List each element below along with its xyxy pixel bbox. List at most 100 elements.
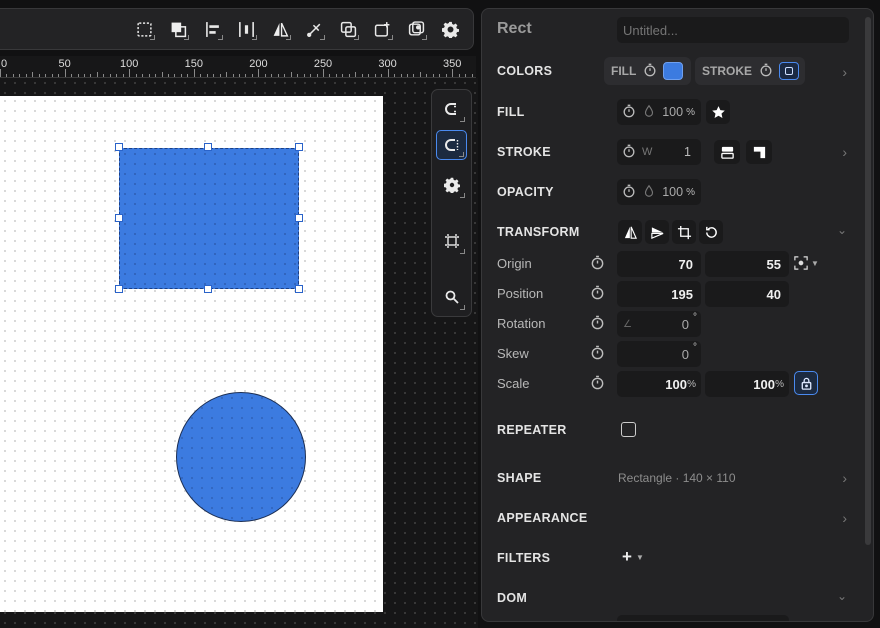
stroke-color-swatch[interactable] [779, 62, 800, 80]
rotation-label: Rotation [497, 316, 546, 331]
resize-handle-tm[interactable] [204, 143, 212, 151]
ruler-tick [394, 74, 396, 77]
arrange-icon[interactable] [161, 13, 195, 45]
stroke-keyframe-timer-icon[interactable] [759, 63, 773, 80]
selected-rectangle[interactable] [119, 148, 299, 289]
ruler-tick [142, 74, 144, 77]
scale-y-unit: % [775, 378, 784, 390]
horizontal-ruler[interactable]: 050100150200250300350400450 [0, 56, 591, 78]
origin-timer-icon[interactable] [590, 255, 605, 275]
dom-input-field[interactable] [617, 615, 789, 621]
stroke-color-chip[interactable]: STROKE [695, 57, 805, 85]
flip-vertical-icon[interactable] [645, 220, 669, 244]
position-y-field[interactable]: 40 [705, 281, 789, 307]
position-timer-icon[interactable] [590, 285, 605, 305]
add-filter-button[interactable]: + ▼ [622, 547, 644, 567]
resize-handle-mr[interactable] [295, 214, 303, 222]
panel-scrollbar[interactable] [865, 17, 871, 545]
resize-handle-tr[interactable] [295, 143, 303, 151]
chevron-down-icon: ▼ [635, 552, 644, 562]
ruler-tick [258, 69, 260, 77]
ruler-tick [64, 69, 66, 77]
reset-transform-icon[interactable] [699, 220, 723, 244]
resize-handle-tl[interactable] [115, 143, 123, 151]
appearance-chevron-right-icon[interactable]: › [842, 510, 847, 526]
opacity-timer-icon[interactable] [622, 184, 636, 201]
section-stroke-label: STROKE [497, 145, 551, 159]
settings-gear-icon[interactable] [433, 13, 467, 45]
image-effects-icon[interactable] [399, 13, 433, 45]
fit-frame-icon[interactable] [436, 226, 467, 256]
opacity-unit: % [686, 186, 695, 198]
section-transform-label: TRANSFORM [497, 225, 580, 239]
shape-chevron-right-icon[interactable]: › [842, 470, 847, 486]
fill-keyframe-timer-icon[interactable] [643, 63, 657, 80]
scale-x-field[interactable]: 100 % [617, 371, 701, 397]
stroke-join-icon[interactable] [746, 140, 772, 164]
ruler-tick [90, 74, 92, 77]
stroke-width-field[interactable]: W 1 [617, 139, 701, 165]
scale-lock-icon[interactable] [794, 371, 818, 395]
skew-timer-icon[interactable] [590, 345, 605, 365]
snap-magnet-icon[interactable] [436, 94, 467, 124]
ruler-tick [180, 74, 182, 77]
stroke-width-value: 1 [684, 145, 691, 159]
circle-shape[interactable] [176, 392, 306, 522]
resize-handle-bl[interactable] [115, 285, 123, 293]
flip-icon[interactable] [263, 13, 297, 45]
ruler-tick [251, 74, 253, 77]
fill-opacity-timer-icon[interactable] [622, 104, 636, 121]
ruler-tick [32, 72, 34, 77]
origin-x-value: 70 [678, 256, 693, 272]
fill-color-swatch[interactable] [663, 62, 684, 80]
position-x-field[interactable]: 195 [617, 281, 701, 307]
panel-title: Rect [497, 20, 532, 37]
view-settings-gear-icon[interactable] [436, 170, 467, 200]
origin-anchor-dropdown[interactable]: ▼ [794, 256, 819, 270]
rotation-timer-icon[interactable] [590, 315, 605, 335]
snap-grid-icon[interactable] [436, 130, 467, 160]
fill-opacity-unit: % [686, 106, 695, 118]
transform-chevron-down-icon[interactable]: ⌄ [837, 223, 847, 237]
canvas-side-toolbar [431, 89, 472, 317]
ruler-tick [71, 74, 73, 77]
resize-handle-br[interactable] [295, 285, 303, 293]
scale-timer-icon[interactable] [590, 375, 605, 395]
section-filters-label: FILTERS [497, 551, 551, 565]
flip-horizontal-icon[interactable] [618, 220, 642, 244]
origin-x-field[interactable]: 70 [617, 251, 701, 277]
add-layer-icon[interactable] [365, 13, 399, 45]
dom-chevron-down-icon[interactable]: ⌄ [837, 589, 847, 603]
scale-x-value: 100 [665, 376, 687, 392]
fill-opacity-field[interactable]: 100% [617, 99, 701, 125]
align-left-icon[interactable] [195, 13, 229, 45]
boolean-ops-icon[interactable] [331, 13, 365, 45]
origin-anchor-icon [794, 256, 808, 270]
scale-y-field[interactable]: 100 % [705, 371, 789, 397]
colors-chevron-right-icon[interactable]: › [842, 64, 847, 80]
skew-degree-unit: ° [693, 342, 697, 353]
select-frame-icon[interactable] [127, 13, 161, 45]
name-input[interactable] [617, 17, 849, 43]
skew-field[interactable]: 0 ° [617, 341, 701, 367]
rotation-value: 0 [681, 316, 689, 332]
crop-icon[interactable] [672, 220, 696, 244]
resize-handle-bm[interactable] [204, 285, 212, 293]
repeater-checkbox[interactable] [621, 422, 636, 437]
resize-handle-ml[interactable] [115, 214, 123, 222]
fill-color-chip[interactable]: FILL [604, 57, 691, 85]
zoom-search-icon[interactable] [436, 282, 467, 312]
fill-favorite-star-icon[interactable] [706, 100, 730, 124]
ruler-tick [271, 74, 273, 77]
rotation-field[interactable]: ∠ 0 ° [617, 311, 701, 337]
ruler-tick [219, 74, 221, 77]
opacity-field[interactable]: 100% [617, 179, 701, 205]
origin-y-field[interactable]: 55 [705, 251, 789, 277]
distribute-icon[interactable] [229, 13, 263, 45]
pen-tool-icon[interactable] [297, 13, 331, 45]
ruler-tick [297, 74, 299, 77]
stroke-chevron-right-icon[interactable]: › [842, 144, 847, 160]
stroke-width-timer-icon[interactable] [622, 144, 636, 161]
opacity-value: 100 [662, 185, 684, 199]
stroke-align-icon[interactable] [714, 140, 740, 164]
